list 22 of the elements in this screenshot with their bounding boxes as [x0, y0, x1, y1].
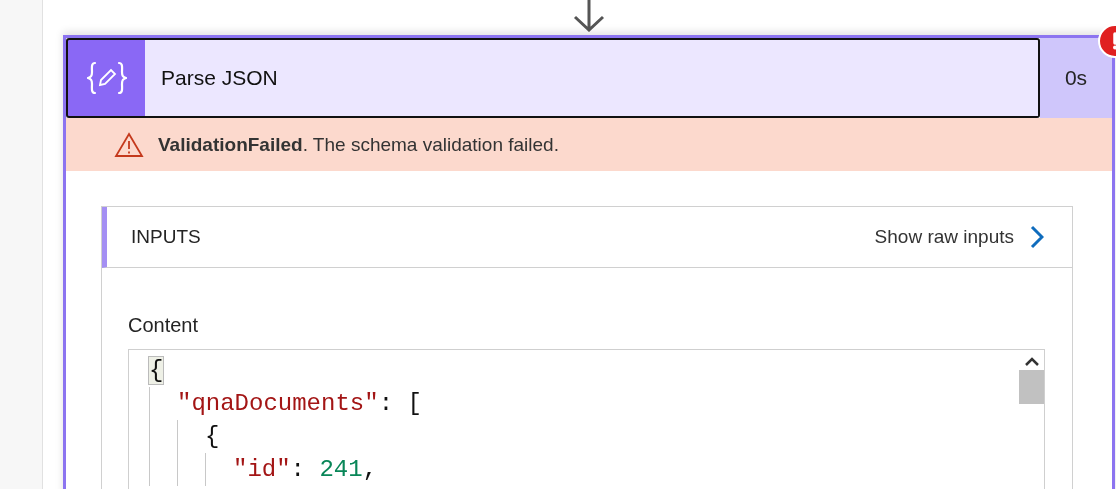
code-token: "id" — [233, 456, 291, 483]
action-title: Parse JSON — [161, 66, 278, 90]
show-raw-inputs-link[interactable]: Show raw inputs — [874, 225, 1044, 249]
code-viewer[interactable]: { "qnaDocuments": [ { "id": 241, — [128, 349, 1045, 489]
scroll-up-icon[interactable] — [1023, 356, 1040, 366]
code-token: { — [149, 357, 164, 384]
down-arrow-icon — [571, 0, 607, 32]
code-token: "qnaDocuments" — [177, 390, 379, 417]
section-heading: INPUTS — [131, 226, 201, 248]
code-token: { — [205, 423, 220, 450]
warning-icon — [114, 131, 144, 158]
code-token: 241 — [319, 456, 363, 483]
code-token: : — [290, 456, 306, 483]
action-title-bar[interactable]: Parse JSON — [145, 38, 1040, 118]
field-label: Content — [128, 314, 200, 337]
scroll-thumb[interactable] — [1019, 370, 1044, 404]
code-token: : [ — [378, 390, 422, 417]
chevron-right-icon — [1030, 225, 1044, 249]
braces-pencil-icon — [86, 60, 127, 96]
code-token: , — [362, 456, 378, 483]
error-message: ValidationFailed. The schema validation failed. — [158, 133, 559, 156]
duration-label: 0s — [1040, 38, 1112, 118]
